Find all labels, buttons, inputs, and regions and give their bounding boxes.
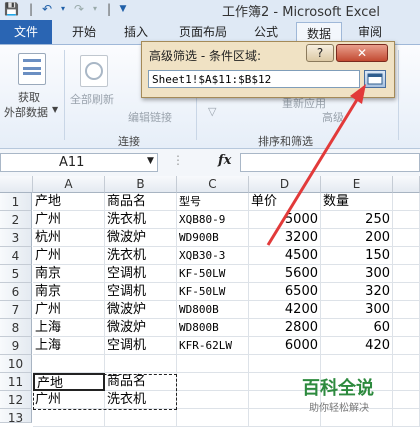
watermark-logo: 百科全说 xyxy=(302,378,374,399)
watermark-subtitle: 助你轻松解决 xyxy=(309,403,369,414)
